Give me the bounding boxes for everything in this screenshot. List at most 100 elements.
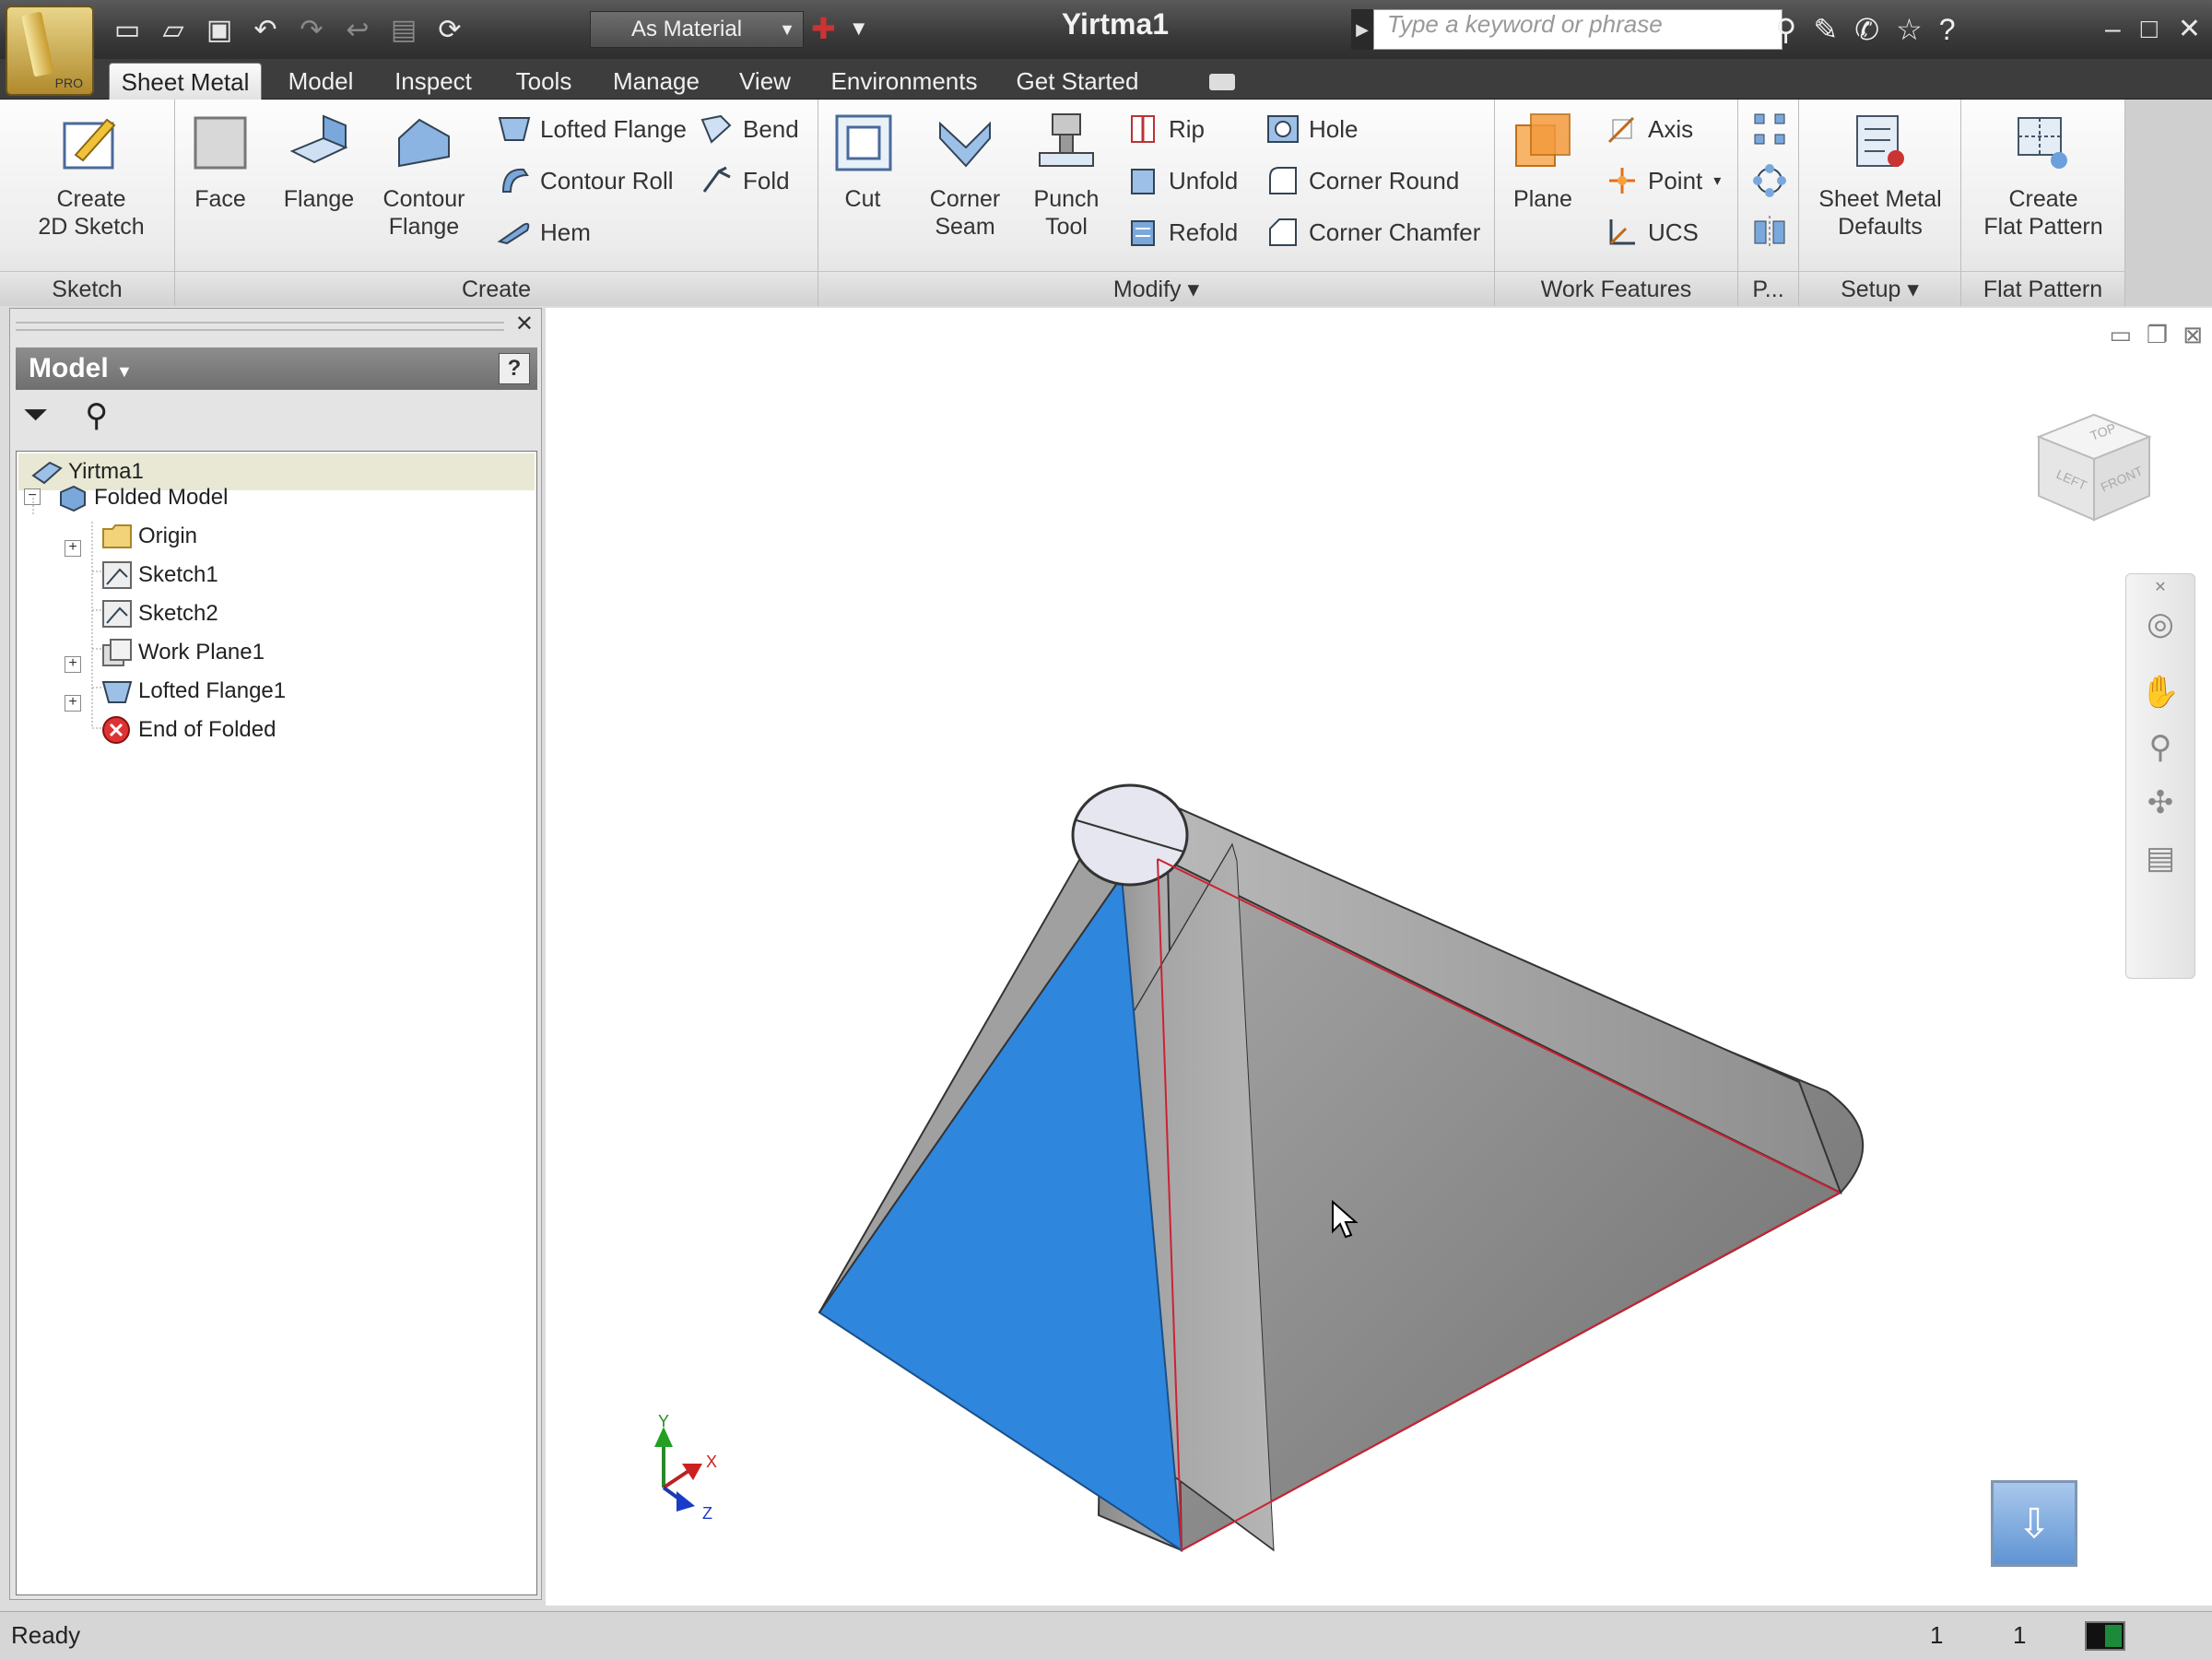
lofted-flange-button[interactable]: Lofted Flange bbox=[496, 109, 687, 149]
cut-button[interactable]: Cut bbox=[831, 111, 894, 213]
rip-button[interactable]: Rip bbox=[1124, 109, 1205, 149]
create-flat-pattern-label-1: Create bbox=[2008, 186, 2078, 212]
filter-icon[interactable]: ⏷ bbox=[23, 397, 48, 434]
quick-access-toolbar: ▭ ▱ ▣ ↶ ↷ ↩ ▤ ⟳ bbox=[111, 9, 466, 52]
customize-qat-icon[interactable]: ▼ bbox=[849, 11, 869, 46]
tree-item-label: Work Plane1 bbox=[138, 640, 265, 665]
z-axis-label: Z bbox=[702, 1504, 712, 1523]
contour-flange-button[interactable]: Contour Flange bbox=[378, 111, 470, 241]
undo-icon[interactable]: ↶ bbox=[249, 14, 282, 47]
fold-button[interactable]: Fold bbox=[699, 160, 790, 201]
browser-title: Model bbox=[29, 353, 109, 383]
tab-environments[interactable]: Environments bbox=[820, 63, 988, 100]
chevron-down-icon[interactable]: ▾ bbox=[1713, 171, 1721, 190]
maximize-icon[interactable]: □ bbox=[2141, 9, 2158, 50]
face-button[interactable]: Face bbox=[188, 111, 253, 213]
hole-button[interactable]: Hole bbox=[1265, 109, 1358, 149]
contour-roll-button[interactable]: Contour Roll bbox=[496, 160, 674, 201]
selected-face[interactable] bbox=[818, 874, 1183, 1552]
tree-item-origin[interactable]: Origin bbox=[101, 518, 197, 555]
corner-seam-button[interactable]: Corner Seam bbox=[922, 111, 1008, 241]
graphics-viewport[interactable]: ▭ ❐ ⊠ TOP LEFT FRONT ✕ ◎ ✋ ⚲ ✣ ▤ Y X Z ⇩ bbox=[546, 308, 2212, 1606]
sheet-metal-defaults-button[interactable]: Sheet Metal Defaults bbox=[1812, 111, 1948, 241]
save-icon[interactable]: ▣ bbox=[203, 14, 236, 47]
unfold-label: Unfold bbox=[1169, 166, 1239, 194]
create-2d-sketch-button[interactable]: Create 2D Sketch bbox=[22, 111, 160, 241]
help-icon[interactable]: ? bbox=[1939, 9, 1956, 50]
hole-label: Hole bbox=[1309, 114, 1359, 143]
browser-header[interactable]: Model ▼ ? bbox=[16, 347, 537, 390]
refold-icon bbox=[1131, 220, 1155, 246]
appearance-icon[interactable]: ✚ bbox=[811, 11, 836, 46]
subscription-icon[interactable]: ✎ bbox=[1813, 9, 1838, 50]
contour-flange-label-2: Flange bbox=[388, 214, 460, 240]
hem-button[interactable]: Hem bbox=[496, 212, 591, 253]
view-toggle-button[interactable]: ⇩ bbox=[1991, 1480, 2077, 1567]
communication-icon[interactable]: ✆ bbox=[1854, 9, 1879, 50]
corner-round-button[interactable]: Corner Round bbox=[1265, 160, 1459, 201]
tab-model[interactable]: Model bbox=[278, 63, 363, 100]
browser-grip[interactable] bbox=[16, 322, 504, 331]
bend-button[interactable]: Bend bbox=[699, 109, 799, 149]
help-icon[interactable]: ? bbox=[499, 353, 530, 384]
browser-toolbar: ⏷ ⚲ bbox=[23, 397, 108, 434]
corner-chamfer-button[interactable]: Corner Chamfer bbox=[1265, 212, 1480, 253]
ucs-button[interactable]: UCS bbox=[1604, 212, 1699, 253]
tab-view[interactable]: View bbox=[730, 63, 800, 100]
tree-item-work-plane1[interactable]: Work Plane1 bbox=[101, 634, 265, 671]
tab-inspect[interactable]: Inspect bbox=[382, 63, 485, 100]
tree-item-sketch2[interactable]: Sketch2 bbox=[101, 595, 218, 632]
tab-manage[interactable]: Manage bbox=[603, 63, 710, 100]
z-axis-arrow bbox=[677, 1491, 695, 1512]
minimize-icon[interactable]: – bbox=[2105, 9, 2121, 50]
part-model[interactable] bbox=[546, 308, 2212, 1606]
circular-pattern-icon[interactable] bbox=[1751, 162, 1788, 199]
panel-label-pattern[interactable]: P... bbox=[1738, 271, 1798, 306]
material-dropdown[interactable]: As Material ▼ bbox=[590, 11, 804, 48]
panel-label-modify[interactable]: Modify ▾ bbox=[818, 271, 1494, 306]
arrow-down-icon: ⇩ bbox=[2017, 1501, 2052, 1547]
refold-button[interactable]: Refold bbox=[1124, 212, 1238, 253]
rectangular-pattern-icon[interactable] bbox=[1751, 111, 1788, 147]
plane-button[interactable]: Plane bbox=[1508, 111, 1578, 213]
create-flat-pattern-button[interactable]: Create Flat Pattern bbox=[1972, 111, 2114, 241]
binoculars-icon[interactable]: ⚲ bbox=[1775, 9, 1796, 50]
mirror-icon[interactable] bbox=[1751, 214, 1788, 251]
point-button[interactable]: Point ▾ bbox=[1604, 160, 1721, 201]
panel-label-setup[interactable]: Setup ▾ bbox=[1799, 271, 1960, 306]
tree-item-label: End of Folded bbox=[138, 717, 276, 742]
tree-item-label: Folded Model bbox=[94, 485, 229, 510]
tree-item-end-of-folded[interactable]: End of Folded bbox=[101, 712, 276, 748]
application-menu-button[interactable]: PRO bbox=[6, 6, 94, 96]
expand-search-icon[interactable]: ▶ bbox=[1351, 9, 1373, 50]
contour-roll-label: Contour Roll bbox=[540, 166, 674, 194]
tab-sheet-metal[interactable]: Sheet Metal bbox=[109, 63, 262, 100]
binoculars-icon[interactable]: ⚲ bbox=[85, 397, 108, 434]
unfold-button[interactable]: Unfold bbox=[1124, 160, 1238, 201]
punch-tool-label-1: Punch bbox=[1033, 186, 1100, 212]
project-icon[interactable]: ▤ bbox=[387, 14, 420, 47]
y-axis-label: Y bbox=[658, 1414, 669, 1430]
favorites-star-icon[interactable]: ☆ bbox=[1896, 9, 1923, 50]
return-icon[interactable]: ↩ bbox=[341, 14, 374, 47]
search-input[interactable]: Type a keyword or phrase bbox=[1373, 9, 1783, 50]
close-icon[interactable]: ✕ bbox=[515, 311, 534, 337]
status-text: Ready bbox=[11, 1621, 81, 1649]
tab-get-started[interactable]: Get Started bbox=[1008, 63, 1147, 100]
ribbon-options-icon[interactable] bbox=[1209, 74, 1235, 90]
axis-button[interactable]: Axis bbox=[1604, 109, 1693, 149]
tree-item-sketch1[interactable]: Sketch1 bbox=[101, 557, 218, 594]
close-icon[interactable]: ✕ bbox=[2178, 9, 2201, 50]
hem-label: Hem bbox=[540, 218, 591, 246]
ribbon: Create 2D Sketch Sketch Face Flange Cont… bbox=[0, 100, 2125, 306]
new-icon[interactable]: ▭ bbox=[111, 14, 144, 47]
redo-icon[interactable]: ↷ bbox=[295, 14, 328, 47]
create-2d-sketch-label-2: 2D Sketch bbox=[38, 214, 145, 240]
face-label: Face bbox=[194, 186, 246, 212]
tree-item-lofted-flange1[interactable]: Lofted Flange1 bbox=[101, 673, 286, 710]
punch-tool-button[interactable]: Punch Tool bbox=[1023, 111, 1110, 241]
update-icon[interactable]: ⟳ bbox=[433, 14, 466, 47]
open-icon[interactable]: ▱ bbox=[157, 14, 190, 47]
flange-button[interactable]: Flange bbox=[282, 111, 356, 213]
tab-tools[interactable]: Tools bbox=[505, 63, 582, 100]
